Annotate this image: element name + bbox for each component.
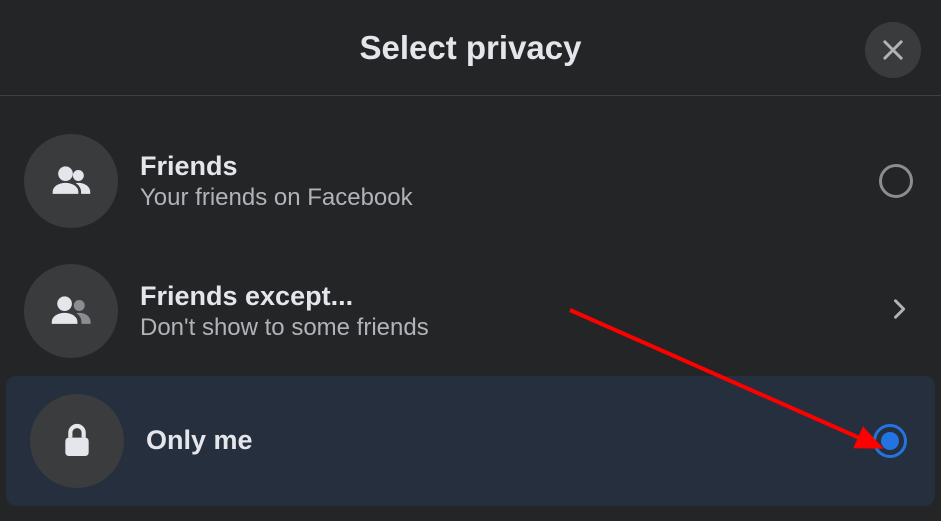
friends-icon [49,159,93,203]
radio-checked[interactable] [873,424,907,458]
option-text: Friends Your friends on Facebook [140,151,879,212]
option-friends-except[interactable]: Friends except... Don't show to some fri… [0,246,941,376]
chevron-right-icon [885,295,913,328]
option-subtitle: Your friends on Facebook [140,184,879,212]
friends-except-icon [49,289,93,333]
friends-icon-circle [24,134,118,228]
lock-icon-circle [30,394,124,488]
option-text: Only me [146,425,873,458]
dialog-title: Select privacy [360,29,582,67]
friends-except-icon-circle [24,264,118,358]
option-subtitle: Don't show to some friends [140,314,885,342]
option-title: Friends except... [140,281,885,312]
option-title: Only me [146,425,873,456]
option-only-me[interactable]: Only me [6,376,935,506]
lock-icon [57,421,97,461]
privacy-options-list: Friends Your friends on Facebook Friends… [0,96,941,506]
option-text: Friends except... Don't show to some fri… [140,281,885,342]
close-icon [879,36,907,64]
dialog-header: Select privacy [0,0,941,96]
option-title: Friends [140,151,879,182]
radio-unchecked[interactable] [879,164,913,198]
option-friends[interactable]: Friends Your friends on Facebook [0,116,941,246]
close-button[interactable] [865,22,921,78]
